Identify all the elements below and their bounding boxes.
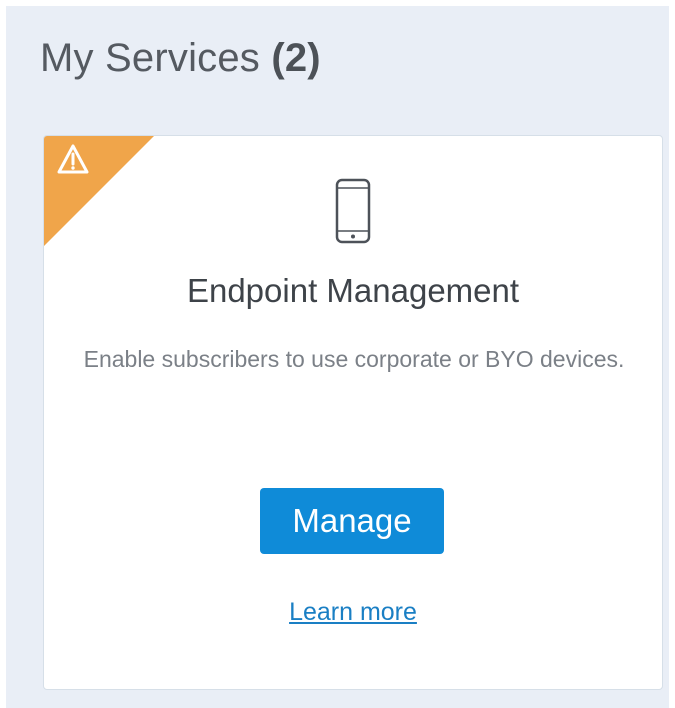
service-title: Endpoint Management	[186, 272, 520, 309]
warning-triangle-icon	[44, 136, 154, 246]
section-title: My Services (2)	[40, 36, 321, 81]
service-count: (2)	[271, 36, 321, 80]
mobile-phone-icon	[335, 178, 371, 244]
service-description: Enable subscribers to use corporate or B…	[83, 346, 625, 372]
service-card: Endpoint Management Enable subscribers t…	[43, 135, 663, 690]
manage-button[interactable]: Manage	[260, 488, 444, 554]
services-panel: My Services (2) Endpoint Management Enab…	[6, 6, 669, 708]
learn-more-link[interactable]: Learn more	[289, 598, 417, 626]
learn-more-container: Learn more	[44, 598, 662, 627]
section-title-text: My Services	[40, 36, 261, 80]
